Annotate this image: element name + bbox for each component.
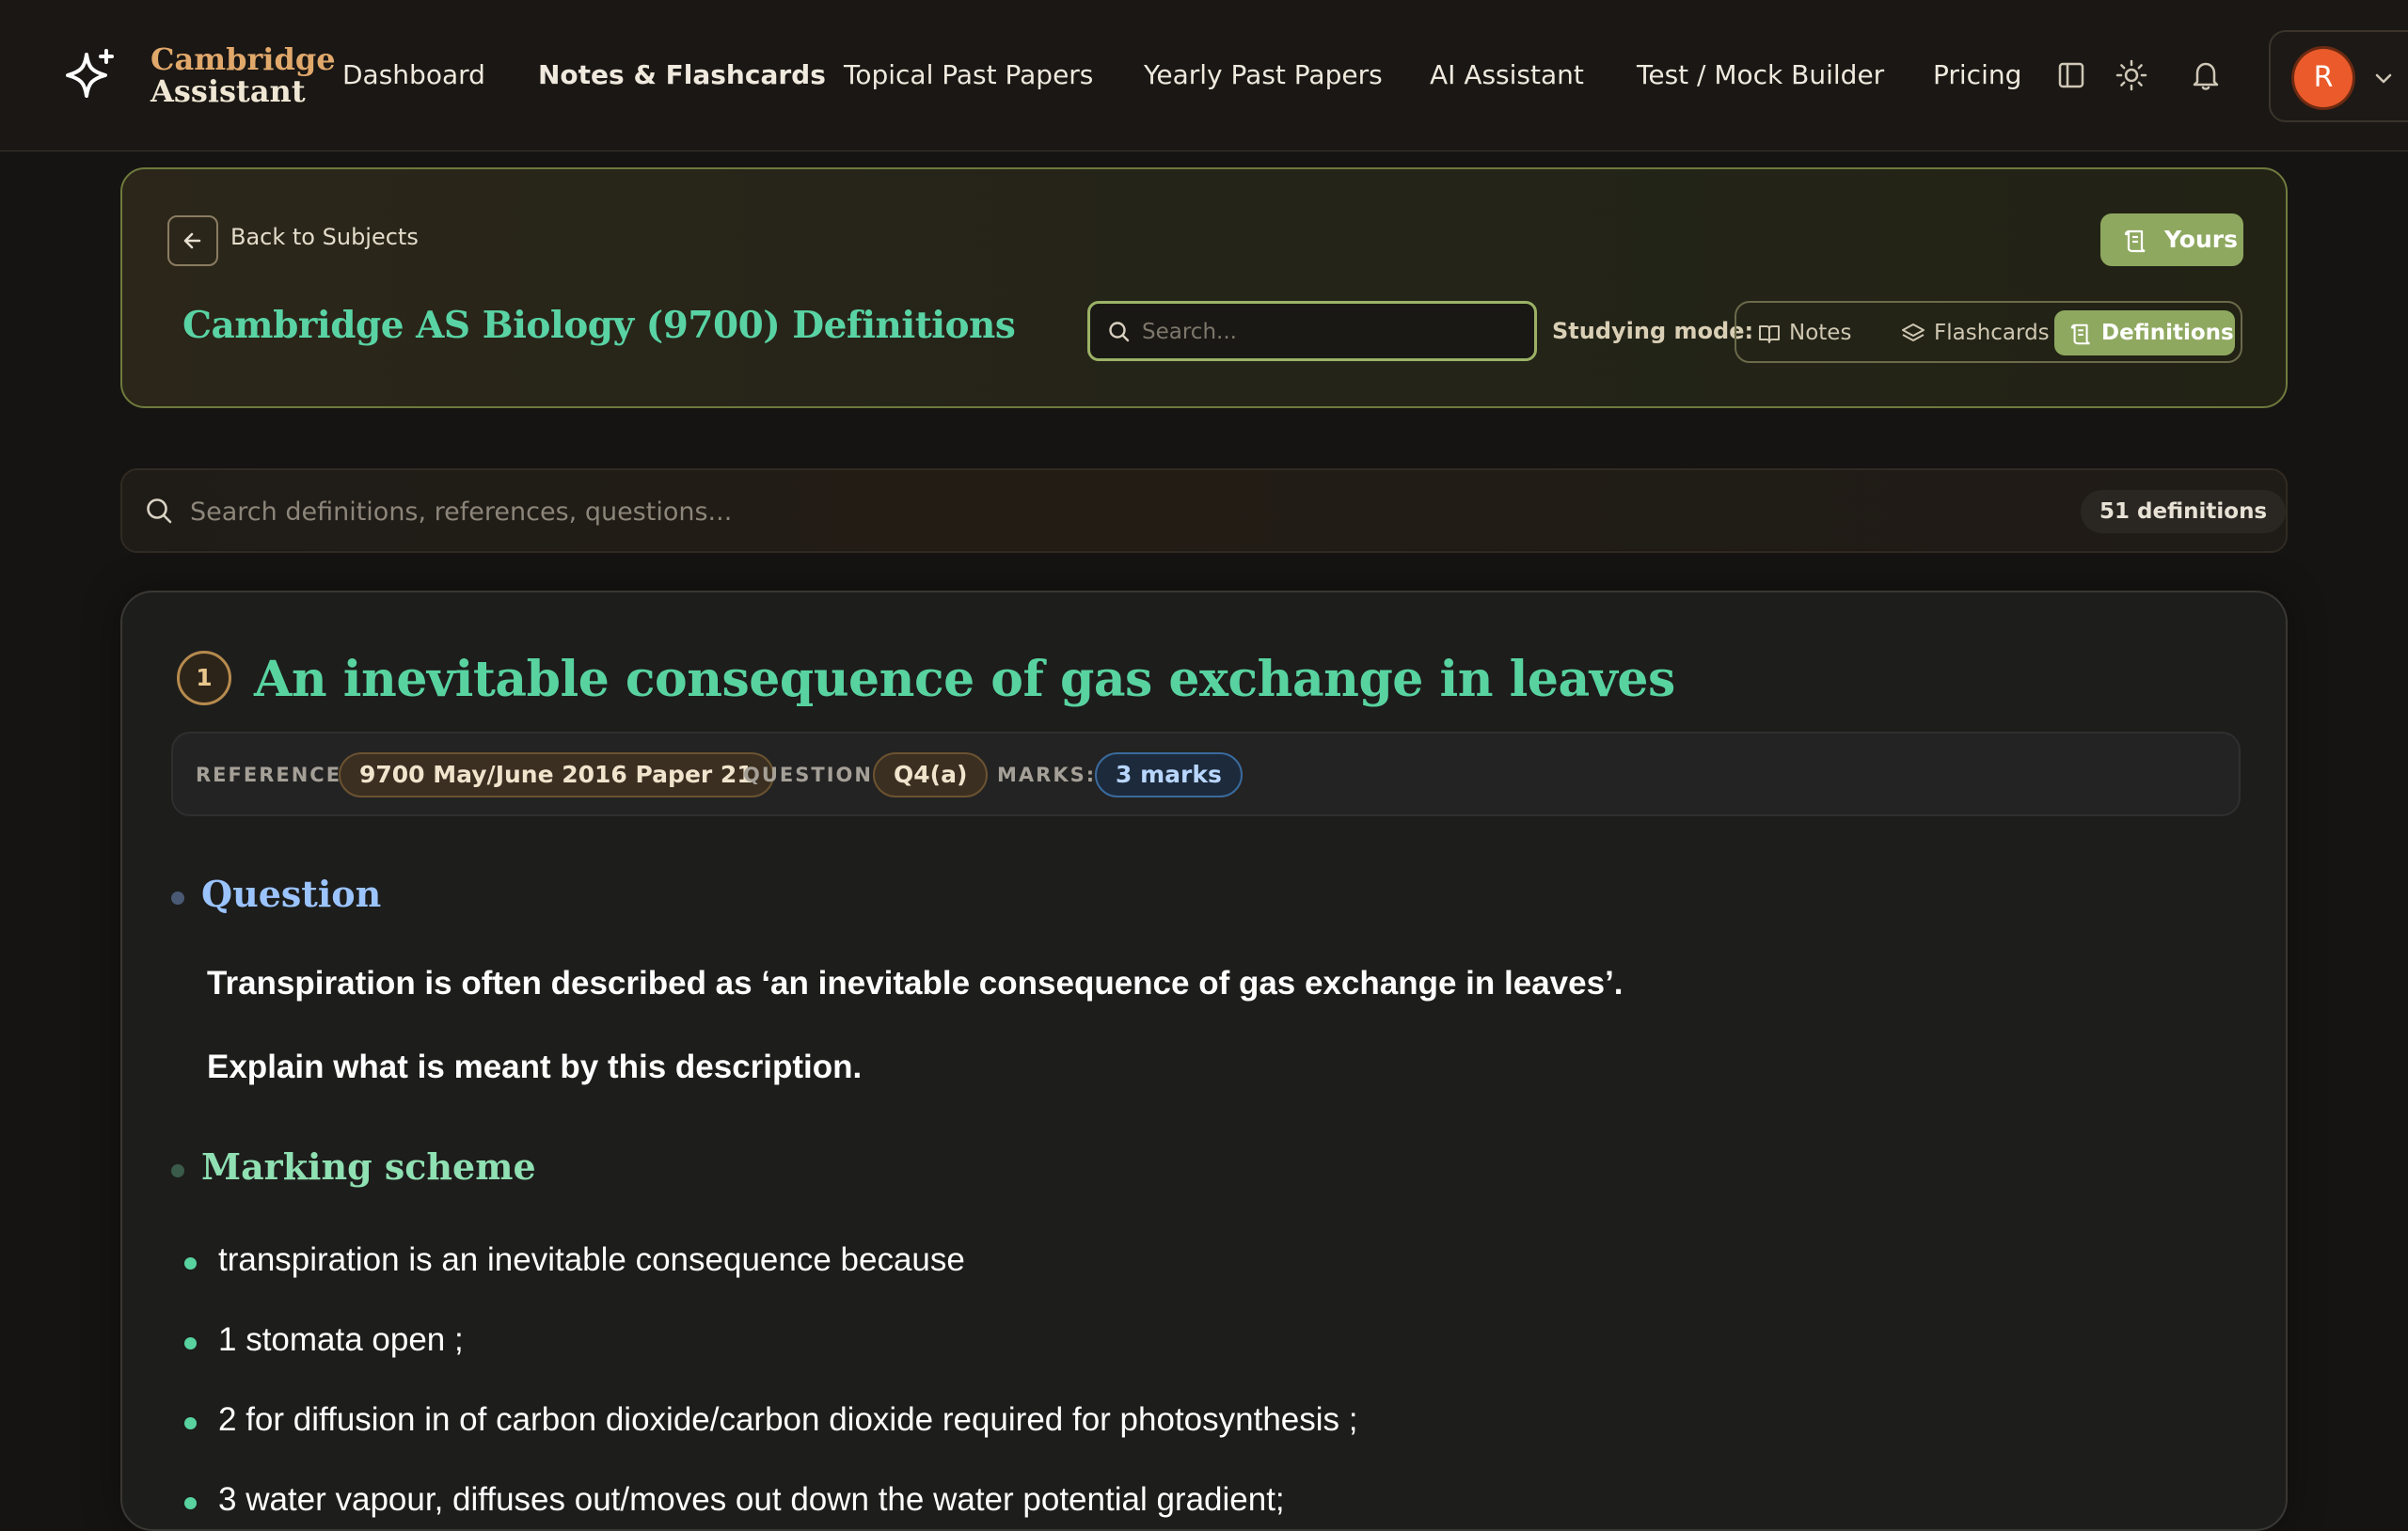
search-icon: [147, 498, 172, 524]
sidebar-toggle-icon[interactable]: [2052, 56, 2090, 94]
bullet-dot: [184, 1497, 197, 1509]
definitions-search-bar[interactable]: 51 definitions: [120, 468, 2288, 553]
mode-definitions-label: Definitions: [2101, 321, 2234, 345]
yours-label: Yours: [2164, 226, 2238, 253]
question-text-line-1: Transpiration is often described as ‘an …: [207, 965, 1624, 1002]
definition-number-badge: 1: [177, 651, 231, 705]
marks-label: MARKS:: [997, 764, 1097, 786]
mode-definitions-button[interactable]: Definitions: [2054, 310, 2235, 355]
chevron-down-icon: [2375, 73, 2392, 84]
nav-dashboard[interactable]: Dashboard: [342, 55, 485, 96]
definition-card: 1 An inevitable consequence of gas excha…: [120, 591, 2288, 1531]
arrow-left-icon: [183, 232, 201, 249]
marking-item-text: 2 for diffusion in of carbon dioxide/car…: [218, 1401, 1358, 1438]
brand-line-2: Assistant: [150, 73, 306, 109]
marking-item-text: transpiration is an inevitable consequen…: [218, 1241, 965, 1278]
scroll-icon: [2124, 229, 2146, 253]
nav-topical-past-papers[interactable]: Topical Past Papers: [844, 55, 1093, 96]
mode-notes-button[interactable]: Notes: [1757, 310, 1889, 355]
subject-header-card: Back to Subjects Yours Cambridge AS Biol…: [120, 167, 2288, 408]
back-button[interactable]: [167, 215, 218, 266]
brand-line-1: Cambridge: [150, 41, 336, 77]
nav-notes-flashcards[interactable]: Notes & Flashcards: [538, 55, 826, 96]
mode-flashcards-label: Flashcards: [1934, 321, 2050, 345]
marking-item-text: 3 water vapour, diffuses out/moves out d…: [218, 1481, 1285, 1518]
marking-item-text: 1 stomata open ;: [218, 1321, 464, 1358]
top-navigation: Cambridge Assistant Dashboard Notes & Fl…: [0, 0, 2408, 151]
mode-notes-label: Notes: [1789, 321, 1852, 345]
search-icon: [1109, 322, 1130, 342]
reference-pill: 9700 May/June 2016 Paper 21: [339, 752, 774, 797]
studying-mode-toggle: Notes Flashcards Definitions: [1735, 301, 2242, 363]
question-heading: Question: [201, 873, 382, 915]
question-text-line-2: Explain what is meant by this descriptio…: [207, 1049, 863, 1085]
reference-label: REFERENCE:: [196, 764, 352, 786]
bullet-dot: [184, 1337, 197, 1349]
yours-button[interactable]: Yours: [2100, 213, 2243, 266]
scroll-icon: [2070, 324, 2091, 345]
subject-search-input[interactable]: [1142, 313, 1518, 351]
marks-pill: 3 marks: [1095, 752, 1243, 797]
sun-theme-icon[interactable]: [2113, 56, 2150, 94]
subject-search[interactable]: [1087, 301, 1537, 361]
definitions-search-input[interactable]: [190, 491, 1507, 532]
marking-scheme-heading: Marking scheme: [201, 1145, 536, 1188]
question-section-dot: [171, 892, 184, 905]
question-pill: Q4(a): [873, 752, 989, 797]
nav-test-mock-builder[interactable]: Test / Mock Builder: [1637, 55, 1884, 96]
nav-yearly-past-papers[interactable]: Yearly Past Papers: [1144, 55, 1383, 96]
back-to-subjects-link[interactable]: Back to Subjects: [230, 224, 419, 250]
bullet-dot: [184, 1417, 197, 1429]
nav-ai-assistant[interactable]: AI Assistant: [1430, 55, 1584, 96]
studying-mode-label: Studying mode:: [1552, 318, 1754, 344]
book-open-icon: [1759, 325, 1780, 343]
question-label: QUESTION:: [743, 764, 883, 786]
sparkle-logo-icon: [66, 49, 114, 98]
definition-title: An inevitable consequence of gas exchang…: [254, 651, 1675, 708]
bullet-dot: [184, 1257, 197, 1270]
definitions-count-badge: 51 definitions: [2081, 490, 2287, 533]
user-menu[interactable]: R: [2269, 30, 2408, 122]
page-title: Cambridge AS Biology (9700) Definitions: [182, 304, 1016, 347]
nav-pricing[interactable]: Pricing: [1933, 55, 2021, 96]
bell-notification-icon[interactable]: [2187, 56, 2225, 94]
marking-section-dot: [171, 1164, 184, 1177]
avatar[interactable]: R: [2294, 49, 2353, 107]
mode-flashcards-button[interactable]: Flashcards: [1900, 310, 2060, 355]
definition-meta-bar: REFERENCE: 9700 May/June 2016 Paper 21 Q…: [171, 732, 2241, 816]
layers-icon: [1902, 324, 1925, 341]
brand-logo[interactable]: Cambridge Assistant: [150, 43, 336, 107]
